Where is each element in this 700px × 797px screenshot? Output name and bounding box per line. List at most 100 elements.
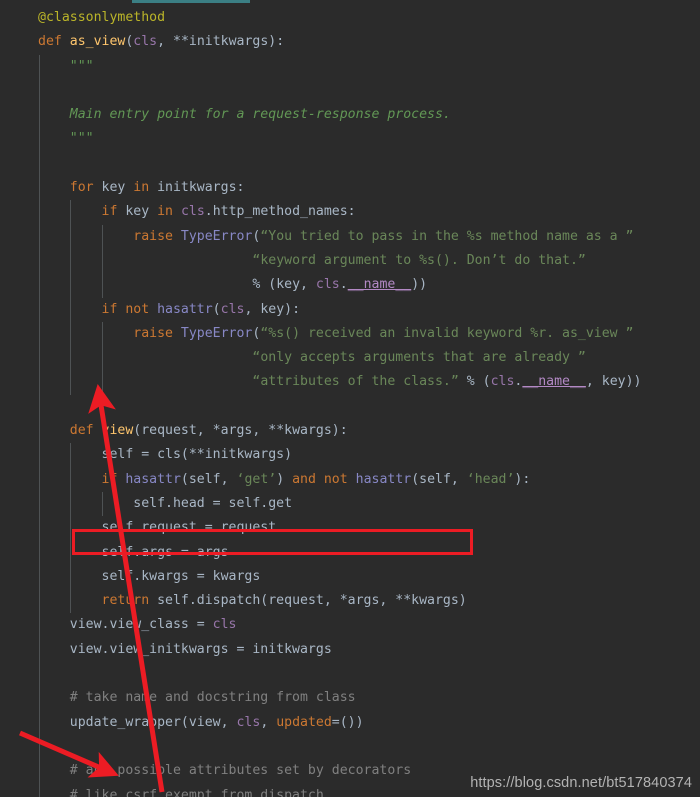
indent-guide — [70, 273, 72, 298]
code-screenshot: @classonlymethod def as_view(cls, **initk… — [0, 0, 700, 797]
code-token: and not — [292, 471, 356, 487]
code-token: cls — [315, 277, 340, 293]
code-token: , key)) — [585, 374, 642, 390]
code-line[interactable]: @classonlymethod — [0, 6, 700, 30]
indent-guide — [38, 321, 40, 347]
code-token: key — [125, 204, 158, 220]
indent-guide — [70, 248, 72, 274]
code-token: @classonlymethod — [38, 10, 166, 25]
code-token: % ( — [458, 374, 491, 390]
code-token: # and possible attributes set by decorat… — [69, 763, 412, 779]
code-line-text: raise TypeError(“%s() received an invali… — [133, 322, 633, 346]
code-token: update_wrapper(view, — [69, 714, 237, 730]
code-line[interactable]: “only accepts arguments that are already… — [0, 346, 700, 371]
code-line-text: for key in initkwargs: — [70, 176, 245, 200]
code-line[interactable]: for key in initkwargs: — [0, 176, 700, 201]
code-token: cls — [490, 374, 515, 390]
code-line[interactable]: self.kwargs = kwargs — [0, 564, 700, 590]
indent-guide — [70, 370, 72, 395]
code-token: , **initkwargs): — [157, 34, 285, 50]
code-token: )) — [411, 277, 428, 293]
code-line[interactable]: update_wrapper(view, cls, updated=()) — [0, 710, 700, 735]
code-line[interactable]: def view(request, *args, **kwargs): — [0, 419, 700, 444]
code-token: (self, — [180, 471, 237, 487]
code-line[interactable]: view.view_initkwargs = initkwargs — [0, 637, 700, 663]
indent-guide — [102, 491, 104, 517]
indent-guide — [102, 248, 104, 274]
code-token: hasattr — [125, 471, 181, 487]
code-line-text: view.view_class = cls — [70, 613, 237, 637]
code-line[interactable]: “keyword argument to %s(). Don’t do that… — [0, 248, 700, 274]
code-token: cls — [180, 204, 205, 220]
code-line[interactable]: raise TypeError(“%s() received an invali… — [0, 321, 700, 347]
code-token: """ — [69, 58, 94, 74]
code-line[interactable]: """ — [0, 127, 700, 152]
code-line-text: Main entry point for a request-response … — [70, 103, 451, 127]
code-line[interactable]: % (key, cls.__name__)) — [0, 273, 700, 298]
code-line[interactable]: if not hasattr(cls, key): — [0, 297, 700, 322]
code-line[interactable]: view.view_class = cls — [0, 613, 700, 638]
indent-guide — [70, 224, 72, 249]
code-token: self.kwargs = kwargs — [101, 568, 261, 584]
code-line[interactable]: self.head = self.get — [0, 491, 700, 517]
code-token: hasattr — [157, 301, 213, 317]
code-line-text: def as_view(cls, **initkwargs): — [38, 30, 284, 54]
code-line[interactable]: """ — [0, 54, 700, 79]
code-token: Main entry point for a request-response … — [69, 107, 451, 123]
indent-guide — [38, 224, 40, 249]
indent-guide — [102, 273, 104, 298]
indent-guide — [38, 759, 40, 784]
code-line-text: if not hasattr(cls, key): — [102, 298, 301, 322]
code-token: =()) — [331, 714, 364, 730]
indent-guide — [38, 686, 40, 711]
code-token: """ — [69, 131, 94, 147]
code-editor-pane[interactable]: @classonlymethod def as_view(cls, **initk… — [0, 6, 700, 797]
code-line-text: self = cls(**initkwargs) — [102, 443, 293, 467]
indent-guide — [38, 491, 40, 517]
code-token: cls — [133, 34, 158, 50]
code-line-text: """ — [70, 55, 94, 79]
code-token: cls — [212, 617, 237, 633]
code-line[interactable]: raise TypeError(“You tried to pass in th… — [0, 224, 700, 249]
code-token: “only accepts arguments that are already… — [252, 350, 586, 366]
indent-guide — [38, 127, 40, 152]
code-line[interactable] — [0, 662, 700, 687]
indent-guide — [38, 273, 40, 298]
code-line[interactable] — [0, 78, 700, 104]
code-token: if — [101, 471, 126, 487]
code-token: hasattr — [355, 471, 412, 487]
code-line[interactable] — [0, 394, 700, 420]
code-line[interactable] — [0, 734, 700, 760]
indent-guide — [38, 346, 40, 371]
code-line[interactable] — [0, 151, 700, 177]
code-token: .http_method_names: — [204, 204, 356, 220]
indent-guide — [38, 54, 40, 79]
indent-guide — [70, 443, 72, 468]
indent-guide — [70, 491, 72, 517]
code-line[interactable]: # take name and docstring from class — [0, 686, 700, 711]
indent-guide — [70, 589, 72, 614]
code-line[interactable]: Main entry point for a request-response … — [0, 103, 700, 128]
indent-guide — [38, 370, 40, 395]
code-line-text: self.head = self.get — [133, 492, 292, 516]
code-line-text: """ — [70, 127, 94, 151]
code-token: cls — [236, 714, 261, 730]
code-token: if not — [101, 301, 158, 317]
code-line-text: “only accepts arguments that are already… — [252, 346, 585, 370]
code-line[interactable]: def as_view(cls, **initkwargs): — [0, 30, 700, 54]
code-line-text: update_wrapper(view, cls, updated=()) — [70, 711, 364, 735]
indent-guide — [38, 394, 40, 420]
indent-guide — [38, 176, 40, 201]
code-line-text: “keyword argument to %s(). Don’t do that… — [252, 249, 585, 273]
indent-guide — [38, 248, 40, 274]
code-line-text: if hasattr(self, ‘get’) and not hasattr(… — [102, 468, 531, 492]
code-token: % (key, — [252, 277, 316, 293]
code-line[interactable]: if hasattr(self, ‘get’) and not hasattr(… — [0, 467, 700, 492]
code-line[interactable]: “attributes of the class.” % (cls.__name… — [0, 370, 700, 395]
code-token: “%s() received an invalid keyword %r. as… — [260, 325, 634, 341]
code-token: updated — [276, 714, 332, 730]
code-line[interactable]: if key in cls.http_method_names: — [0, 200, 700, 225]
indent-guide — [38, 662, 40, 687]
code-line[interactable]: self = cls(**initkwargs) — [0, 443, 700, 468]
code-line[interactable]: return self.dispatch(request, *args, **k… — [0, 589, 700, 614]
